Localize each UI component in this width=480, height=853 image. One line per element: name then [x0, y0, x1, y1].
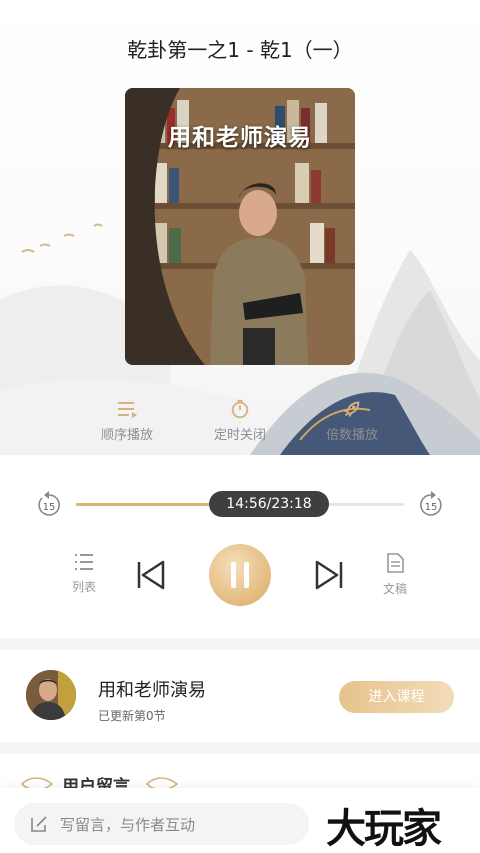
timer-icon — [231, 399, 249, 419]
skip-back-15-icon[interactable]: 15 — [34, 490, 64, 520]
skip-back-seconds: 15 — [43, 502, 56, 513]
section-divider — [0, 638, 480, 650]
list-icon — [75, 554, 93, 570]
document-icon — [387, 553, 404, 573]
progress-bar: 15 14:56/23:18 15 — [0, 486, 480, 522]
next-icon[interactable] — [313, 559, 345, 591]
skip-forward-seconds: 15 — [425, 502, 438, 513]
player-controls: 列表 文稿 — [0, 540, 480, 610]
hero-background: 乾卦第一之1 - 乾1（一） 用和老师演易 顺序播放 定时关闭 倍数播放 — [0, 0, 480, 455]
transcript-button[interactable]: 文稿 — [370, 552, 420, 597]
edit-icon — [31, 816, 47, 832]
transcript-label: 文稿 — [382, 582, 407, 596]
sequence-play-label: 顺序播放 — [100, 428, 153, 443]
pause-icon — [231, 562, 249, 588]
album-cover: 用和老师演易 — [125, 88, 355, 365]
pause-button[interactable] — [209, 544, 271, 606]
comment-input[interactable]: 写留言，与作者互动 — [14, 803, 309, 845]
track-title: 乾卦第一之1 - 乾1（一） — [127, 38, 353, 62]
comment-bar: 写留言，与作者互动 大玩家 — [0, 788, 480, 853]
playback-options: 顺序播放 定时关闭 倍数播放 — [0, 398, 480, 448]
watermark: 大玩家 — [326, 805, 442, 852]
timer-close-label: 定时关闭 — [213, 428, 266, 443]
cover-title: 用和老师演易 — [168, 125, 312, 151]
sequence-icon — [118, 402, 137, 418]
author-card[interactable]: 用和老师演易 已更新第0节 进入课程 — [0, 650, 480, 742]
list-button[interactable]: 列表 — [59, 552, 109, 595]
avatar-photo — [26, 670, 76, 720]
skip-forward-15-icon[interactable]: 15 — [416, 490, 446, 520]
speed-play-label: 倍数播放 — [325, 428, 378, 443]
update-status: 已更新第0节 — [98, 709, 166, 723]
progress-time[interactable]: 14:56/23:18 — [209, 491, 329, 517]
list-label: 列表 — [71, 580, 96, 594]
comment-placeholder: 写留言，与作者互动 — [60, 816, 196, 834]
previous-icon[interactable] — [135, 559, 167, 591]
speed-play-button[interactable]: 倍数播放 — [297, 398, 407, 443]
avatar[interactable] — [26, 670, 76, 720]
rocket-icon — [344, 401, 360, 417]
sequence-play-button[interactable]: 顺序播放 — [72, 398, 182, 443]
section-divider-2 — [0, 742, 480, 754]
enter-course-button[interactable]: 进入课程 — [339, 681, 454, 713]
player-page: 乾卦第一之1 - 乾1（一） 用和老师演易 顺序播放 定时关闭 倍数播放 15 … — [0, 0, 480, 853]
author-name: 用和老师演易 — [98, 680, 206, 701]
timer-close-button[interactable]: 定时关闭 — [185, 398, 295, 443]
